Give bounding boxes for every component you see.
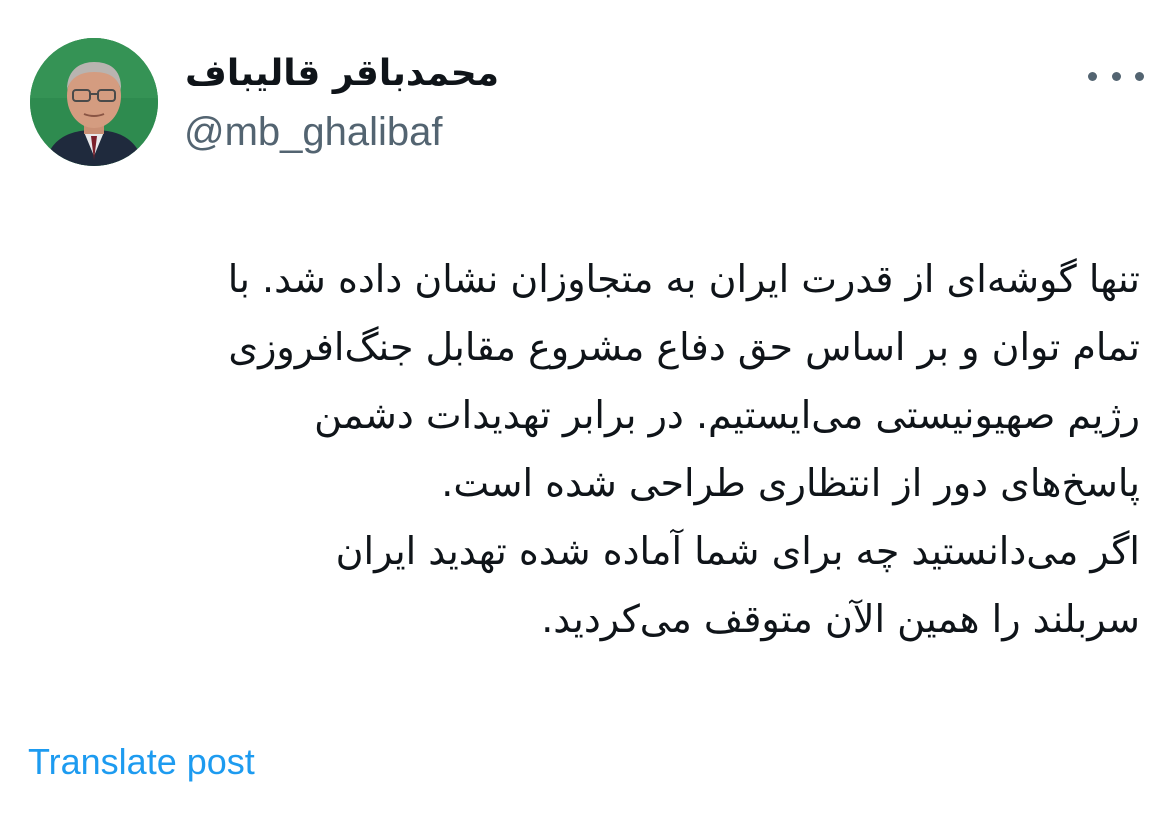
- tweet-card: محمدباقر قالیباف @mb_ghalibaf تنها گوشه‌…: [0, 0, 1169, 833]
- more-horizontal-icon: [1088, 71, 1097, 81]
- post-text-line: رژیم صهیونیستی می‌ایستیم. در برابر تهدید…: [314, 393, 1140, 437]
- post-text-line: اگر می‌دانستید چه برای شما آماده شده تهد…: [335, 529, 1140, 573]
- more-options-button[interactable]: [1088, 56, 1144, 96]
- post-text-line: سربلند را همین الآن متوقف می‌کردید.: [541, 597, 1140, 641]
- more-horizontal-icon-dot: [1135, 71, 1144, 81]
- post-text: تنها گوشه‌ای از قدرت ایران به متجاوزان ن…: [30, 245, 1140, 653]
- more-horizontal-icon-dot: [1111, 71, 1121, 81]
- post-text-line: تنها گوشه‌ای از قدرت ایران به متجاوزان ن…: [227, 257, 1140, 301]
- avatar[interactable]: [30, 38, 158, 166]
- author-handle[interactable]: @mb_ghalibaf: [184, 108, 443, 156]
- post-text-line: پاسخ‌های دور از انتظاری طراحی شده است.: [441, 461, 1140, 505]
- avatar-image: [30, 38, 158, 166]
- author-display-name[interactable]: محمدباقر قالیباف: [185, 52, 545, 96]
- translate-post-link[interactable]: Translate post: [28, 740, 255, 784]
- post-text-line: تمام توان و بر اساس حق دفاع مشروع مقابل …: [228, 325, 1140, 369]
